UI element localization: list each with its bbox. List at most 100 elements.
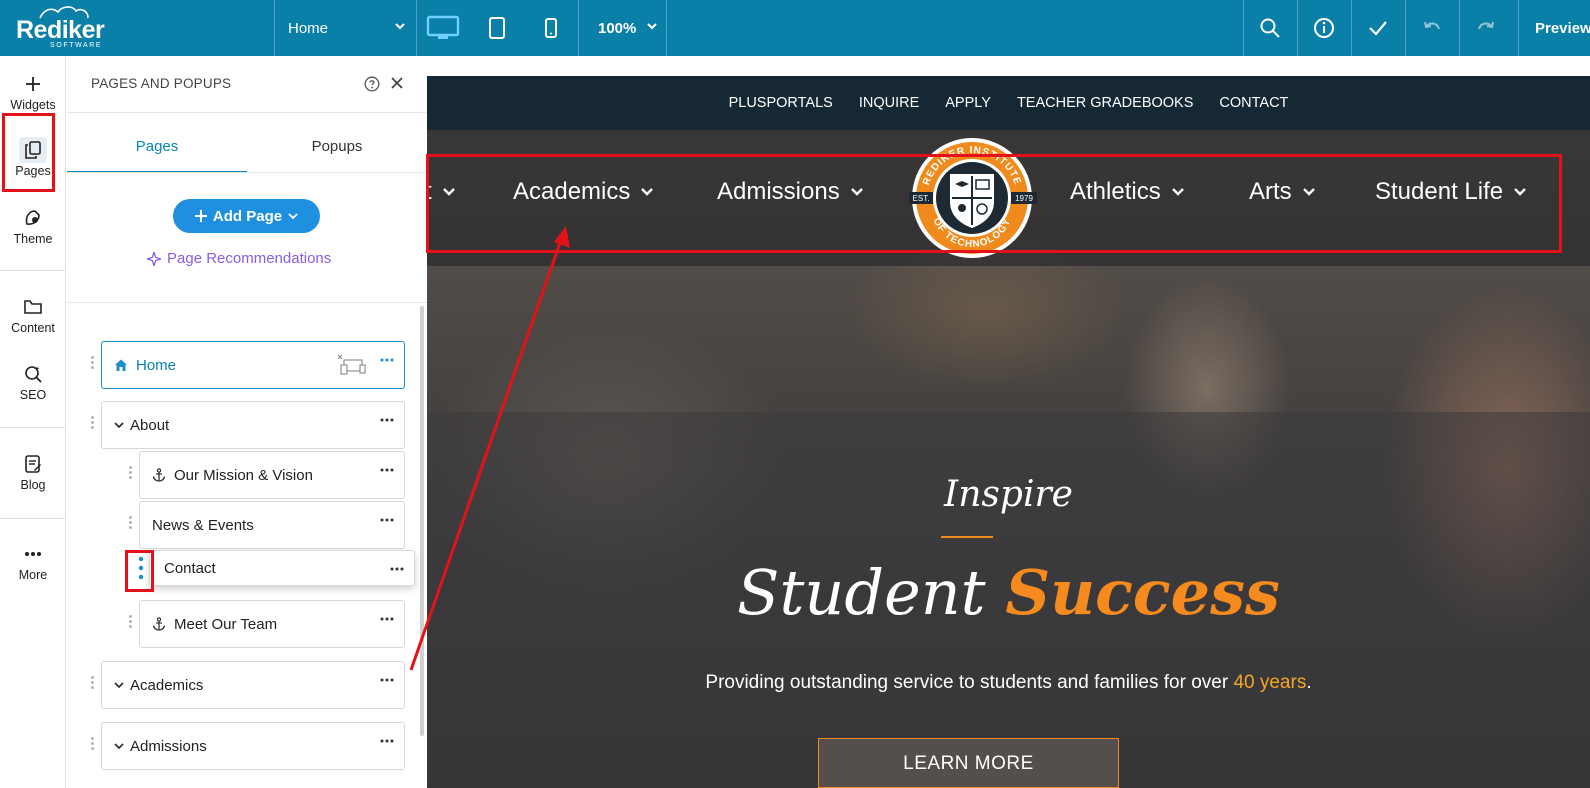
chevron-down-icon[interactable] [114,741,124,751]
nav-item-athletics[interactable]: Athletics [1070,178,1185,206]
desktop-view-button[interactable] [416,0,470,56]
page-item-mission[interactable]: Our Mission & Vision [139,451,405,499]
utility-link-inquire[interactable]: INQUIRE [859,95,919,111]
nav-item-label: t [427,178,432,205]
left-rail: Widgets Pages Theme Content SEO Blog Mor… [0,56,66,788]
more-horizontal-icon[interactable] [380,358,394,362]
page-item-about[interactable]: About [101,401,405,449]
nav-item-partial[interactable]: t [427,178,456,206]
more-horizontal-icon[interactable] [380,418,394,422]
sparkle-icon [147,251,161,266]
publish-button[interactable] [1351,0,1405,56]
panel-divider [67,112,427,113]
rail-theme[interactable]: Theme [0,204,66,246]
toolbar-divider [274,0,275,56]
nav-item-label: Arts [1249,178,1292,205]
hero-headline: Student Success [427,556,1590,629]
page-item-team[interactable]: Meet Our Team [139,600,405,648]
utility-link-plusportals[interactable]: PLUSPORTALS [729,95,833,111]
help-icon[interactable] [364,76,380,92]
page-item-academics[interactable]: Academics [101,661,405,709]
rail-blog[interactable]: Blog [0,450,66,492]
mobile-view-button[interactable] [524,0,578,56]
logo-wordmark: Rediker [16,16,105,44]
info-icon [1314,18,1334,38]
rail-more-label: More [18,568,48,582]
drag-handle[interactable] [127,514,135,536]
close-icon[interactable] [389,75,405,91]
drag-handle[interactable] [89,414,97,436]
drag-handle[interactable] [127,464,135,486]
utility-link-apply[interactable]: APPLY [945,95,991,111]
emblem-year-text: 1979 [1015,194,1033,203]
chevron-down-icon [647,23,657,30]
info-button[interactable] [1297,0,1351,56]
drag-handle[interactable] [89,354,97,376]
rail-seo[interactable]: SEO [0,360,66,402]
hero-tagline: Providing outstanding service to student… [427,672,1590,694]
chevron-down-icon[interactable] [114,680,124,690]
more-horizontal-icon[interactable] [380,617,394,621]
page-recommendations-link[interactable]: Page Recommendations [147,250,331,267]
page-select-dropdown[interactable]: Home [276,0,416,56]
drag-handle-active-icon[interactable] [138,555,144,581]
school-emblem-logo[interactable]: REDIKER INSTITUTE OF TECHNOLOGY EST. 197… [905,136,1039,260]
learn-more-button[interactable]: LEARN MORE [818,738,1119,788]
pages-icon [25,141,41,159]
rediker-logo[interactable]: Rediker SOFTWARE [0,0,112,56]
website-canvas[interactable]: PLUSPORTALS INQUIRE APPLY TEACHER GRADEB… [427,56,1590,788]
drag-handle[interactable] [89,735,97,757]
add-page-button[interactable]: Add Page [173,199,320,233]
page-item-home[interactable]: Home [101,341,405,389]
more-horizontal-icon[interactable] [380,739,394,743]
page-item-label: Contact [164,559,216,577]
drag-handle[interactable] [127,613,135,635]
rail-divider [0,427,66,428]
theme-icon [25,210,40,225]
tablet-icon [489,17,505,39]
more-horizontal-icon[interactable] [380,678,394,682]
rail-pages[interactable]: Pages [0,136,66,178]
chevron-down-icon [1171,188,1184,196]
chevron-down-icon[interactable] [114,420,124,430]
devices-visibility-icon[interactable] [337,354,367,376]
logo-subtitle: SOFTWARE [50,42,103,49]
more-horizontal-icon[interactable] [380,518,394,522]
rail-widgets[interactable]: Widgets [0,70,66,112]
nav-item-admissions[interactable]: Admissions [717,178,864,206]
page-item-contact-dragging[interactable]: Contact [149,550,415,586]
undo-button[interactable] [1405,0,1459,56]
hero-headline-white: Student [737,556,986,629]
utility-nav: PLUSPORTALS INQUIRE APPLY TEACHER GRADEB… [427,76,1590,130]
nav-item-academics[interactable]: Academics [513,178,654,206]
more-horizontal-icon[interactable] [380,468,394,472]
folder-icon [24,300,42,314]
panel-scrollbar[interactable] [420,306,424,736]
page-item-news[interactable]: News & Events [139,501,405,549]
chevron-down-icon [1302,188,1315,196]
search-icon [1260,18,1280,38]
search-button[interactable] [1243,0,1297,56]
rail-divider [0,518,66,519]
page-item-admissions[interactable]: Admissions [101,722,405,770]
undo-icon [1424,21,1440,30]
rail-seo-label: SEO [19,388,47,402]
redo-icon [1478,21,1494,30]
rail-more[interactable]: More [0,540,66,582]
panel-divider [67,172,427,173]
zoom-dropdown[interactable]: 100% [586,0,666,56]
utility-link-contact[interactable]: CONTACT [1219,95,1288,111]
nav-item-student-life[interactable]: Student Life [1375,178,1527,206]
utility-link-teacher-gradebooks[interactable]: TEACHER GRADEBOOKS [1017,95,1193,111]
redo-button[interactable] [1459,0,1513,56]
tablet-view-button[interactable] [470,0,524,56]
drag-handle[interactable] [89,674,97,696]
tab-popups[interactable]: Popups [247,138,427,155]
nav-item-label: Student Life [1375,178,1504,205]
preview-button[interactable]: Preview [1535,0,1590,56]
more-horizontal-icon[interactable] [390,567,404,571]
hero-tagline-text: Providing outstanding service to student… [705,672,1229,693]
rail-content[interactable]: Content [0,293,66,335]
tab-pages[interactable]: Pages [67,138,247,155]
nav-item-arts[interactable]: Arts [1249,178,1316,206]
